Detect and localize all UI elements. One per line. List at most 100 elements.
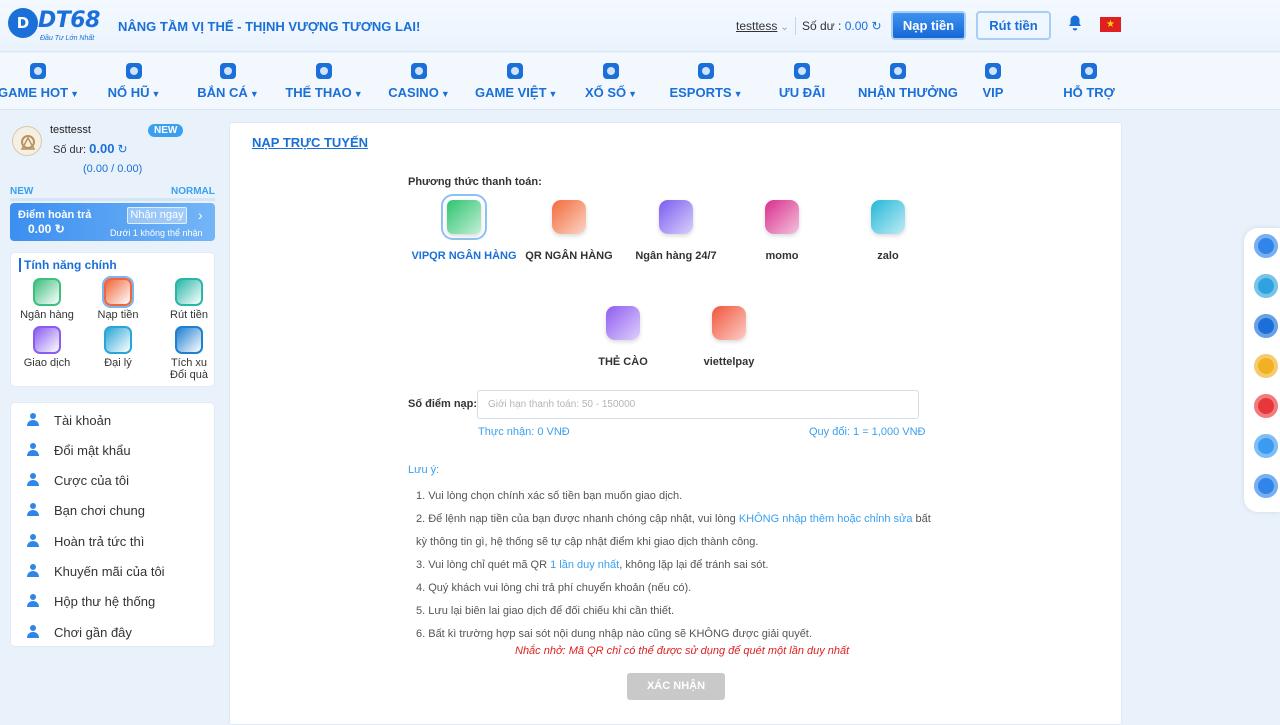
feature-item-5[interactable]: Tích xu Đổi quà [155,326,223,381]
nav-item-2[interactable]: BẮN CÁ ▼ [188,61,268,107]
chat-icon[interactable] [1254,234,1278,258]
nav-item-8[interactable]: ƯU ĐÃI [762,61,842,107]
menu-item-6[interactable]: Hộp thư hệ thống [25,590,155,614]
nav-item-7[interactable]: ESPORTS ▼ [666,61,746,107]
level-next: NORMAL [171,186,215,197]
menu-item-label: Đổi mật khẩu [54,442,131,458]
nav-item-11[interactable]: HỖ TRỢ [1049,61,1129,107]
momo-icon [765,200,799,234]
account-menu: Tài khoản Đổi mật khẩu Cược của tôi Bạn chơ… [10,402,215,647]
cards-icon [475,61,555,81]
telegram-icon[interactable] [1254,274,1278,298]
zalo-icon [871,200,905,234]
payment-method-label: Ngân hàng 24/7 [635,250,717,262]
feature-label: Rút tiền [170,309,208,321]
vietnam-flag-icon[interactable]: ★ [1100,17,1121,32]
refresh-icon[interactable]: ↻ [118,142,128,156]
cashback-card: Điểm hoàn trả 0.00 ↻ Nhận ngay › Dưới 1 … [10,203,215,241]
caret-down-icon: ▼ [70,89,79,99]
nav-item-label: THỂ THAO ▼ [285,85,363,100]
cashback-title: Điểm hoàn trả [18,209,92,221]
lottery-icon [571,61,651,81]
payment-method-6[interactable]: viettelpay [674,306,784,368]
feature-item-4[interactable]: Đại lý [84,326,152,369]
nav-item-label: ESPORTS ▼ [669,85,743,100]
menu-item-4[interactable]: Hoàn trả tức thì [25,529,144,553]
highlight-text: 1 lần duy nhất [550,559,620,571]
claim-cashback-button[interactable]: Nhận ngay [127,207,187,224]
nav-item-4[interactable]: CASINO ▼ [379,61,459,107]
chevron-right-icon[interactable]: › [198,207,203,223]
ticket-icon[interactable] [1254,474,1278,498]
nav-item-0[interactable]: GAME HOT ▼ [0,61,79,107]
nav-item-label: BẮN CÁ ▼ [197,85,259,100]
nav-item-9[interactable]: NHẬN THƯỞNG [858,61,958,107]
feature-item-2[interactable]: Rút tiền [155,278,223,321]
level-current: NEW [10,186,34,197]
feature-item-3[interactable]: Giao dịch [13,326,81,369]
floating-contact-bar [1244,228,1280,512]
exchange-rate: Quy đổi: 1 = 1,000 VNĐ [809,426,926,438]
avatar[interactable] [12,126,42,156]
menu-item-3[interactable]: Bạn chơi chung [25,499,145,523]
slot-icon [94,61,174,81]
menu-item-0[interactable]: Tài khoản [25,408,111,432]
reward-icon [858,61,938,81]
payment-method-5[interactable]: THẺ CÀO [568,306,678,368]
amount-input[interactable] [477,390,919,419]
balance-label: Số dư : [802,19,842,33]
transaction-icon [33,326,61,354]
payment-method-2[interactable]: Ngân hàng 24/7 [621,200,731,262]
nav-item-3[interactable]: THỂ THAO ▼ [284,61,364,107]
payment-method-3[interactable]: momo [727,200,837,262]
level-progress-text: (0.00 / 0.00) [83,163,143,175]
feature-item-0[interactable]: Ngân hàng [13,278,81,321]
coin-gift-icon [175,326,203,354]
deposit-panel: NẠP TRỰC TUYẾN Phương thức thanh toán: V… [229,122,1122,725]
refresh-icon: ↻ [54,222,65,236]
menu-item-1[interactable]: Đổi mật khẩu [25,438,131,462]
page-title[interactable]: NẠP TRỰC TUYẾN [252,135,368,150]
deposit-button[interactable]: Nạp tiền [891,11,966,40]
feature-label: Tích xu Đổi quà [170,357,208,381]
friends-icon [25,501,54,520]
nav-item-label: GAME VIỆT ▼ [475,85,558,100]
history-icon [25,623,54,642]
payment-method-0[interactable]: VIPQR NGÂN HÀNG [409,194,519,262]
nav-item-5[interactable]: GAME VIỆT ▼ [475,61,558,107]
withdraw-icon [175,278,203,306]
sidebar-username: testtesst [50,124,91,136]
balance-value: 0.00 [844,19,869,33]
nav-item-10[interactable]: VIP [953,61,1033,107]
bell-icon[interactable] [1066,14,1084,35]
nav-item-6[interactable]: XỔ SỐ ▼ [571,61,651,107]
confirm-button[interactable]: XÁC NHẬN [627,673,725,700]
payment-method-1[interactable]: QR NGÂN HÀNG [514,200,624,262]
fish-icon [188,61,268,81]
note-item: 6. Bất kì trường hợp sai sót nội dung nh… [416,628,812,640]
site-logo[interactable]: D DT68 Đầu Tư Lớn Nhất [8,6,108,46]
feature-label: Giao dịch [23,357,71,369]
menu-item-7[interactable]: Chơi gần đây [25,620,132,644]
user-dropdown[interactable]: testtess ⌄ [736,19,789,33]
menu-item-2[interactable]: Cược của tôi [25,469,129,493]
nav-item-1[interactable]: NỔ HŨ ▼ [94,61,174,107]
menu-item-5[interactable]: Khuyến mãi của tôi [25,560,165,584]
bank-247-icon [659,200,693,234]
main-nav: GAME HOT ▼ NỔ HŨ ▼ BẮN CÁ ▼ THỂ THAO ▼ CASINO ▼ GA… [0,53,1280,110]
note-item: 3. Vui lòng chỉ quét mã QR 1 lần duy nhấ… [416,559,769,571]
app-download-icon[interactable] [1254,434,1278,458]
chevron-down-icon: ⌄ [780,22,789,33]
menu-item-label: Khuyến mãi của tôi [54,564,165,579]
caret-down-icon: ▼ [151,89,161,99]
mail-icon[interactable] [1254,394,1278,418]
payment-method-4[interactable]: zalo [833,200,943,262]
facebook-icon[interactable] [1254,314,1278,338]
withdraw-button[interactable]: Rút tiền [976,11,1051,40]
note-item: 5. Lưu lại biên lai giao dịch để đối chi… [416,605,675,617]
caret-down-icon: ▼ [628,89,638,99]
megaphone-icon[interactable] [1254,354,1278,378]
logo-mark-icon: D [8,8,38,38]
refresh-icon[interactable]: ↻ [871,19,881,33]
feature-item-1[interactable]: Nạp tiền [84,276,152,321]
